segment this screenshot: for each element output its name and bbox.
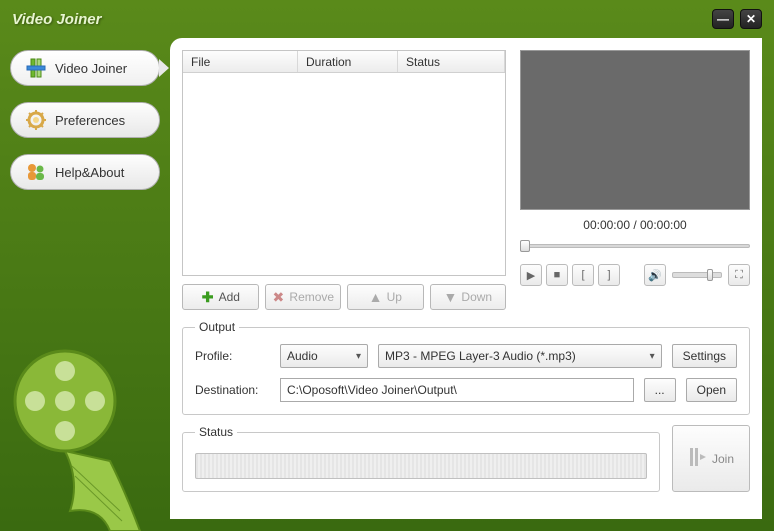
output-group: Output Profile: Audio MP3 - MPEG Layer-3… xyxy=(182,320,750,415)
browse-button[interactable]: ... xyxy=(644,378,676,402)
nav-help-about[interactable]: Help&About xyxy=(10,154,160,190)
settings-button[interactable]: Settings xyxy=(672,344,737,368)
gear-icon xyxy=(25,109,47,131)
file-list[interactable]: File Duration Status xyxy=(182,50,506,276)
mark-out-button[interactable]: ] xyxy=(598,264,620,286)
nav-video-joiner[interactable]: Video Joiner xyxy=(10,50,160,86)
close-button[interactable]: ✕ xyxy=(740,9,762,29)
nav-preferences[interactable]: Preferences xyxy=(10,102,160,138)
col-file[interactable]: File xyxy=(183,51,298,72)
window-controls: — ✕ xyxy=(712,9,762,29)
profile-label: Profile: xyxy=(195,349,270,363)
mute-button[interactable]: 🔊 xyxy=(644,264,666,286)
fullscreen-button[interactable]: ⛶ xyxy=(728,264,750,286)
volume-slider[interactable] xyxy=(672,272,722,278)
fullscreen-icon: ⛶ xyxy=(735,269,743,282)
join-button[interactable]: Join xyxy=(672,425,750,492)
status-group: Status xyxy=(182,425,660,492)
remove-icon: ✖ xyxy=(271,290,285,304)
plus-icon: ✚ xyxy=(201,290,215,304)
speaker-icon: 🔊 xyxy=(648,269,662,282)
preview-time: 00:00:00 / 00:00:00 xyxy=(520,218,750,232)
content-panel: File Duration Status ✚ Add ✖ Remove xyxy=(170,38,762,519)
profile-format-select[interactable]: MP3 - MPEG Layer-3 Audio (*.mp3) xyxy=(378,344,662,368)
down-button[interactable]: ▼ Down xyxy=(430,284,507,310)
output-legend: Output xyxy=(195,320,239,334)
minimize-button[interactable]: — xyxy=(712,9,734,29)
nav-label: Help&About xyxy=(55,165,124,180)
nav-label: Preferences xyxy=(55,113,125,128)
people-icon xyxy=(25,161,47,183)
destination-label: Destination: xyxy=(195,383,270,397)
bracket-left-icon: [ xyxy=(581,269,584,281)
mark-in-button[interactable]: [ xyxy=(572,264,594,286)
play-icon: ▶ xyxy=(527,269,535,282)
arrow-up-icon: ▲ xyxy=(369,290,383,304)
bracket-right-icon: ] xyxy=(607,269,610,281)
status-legend: Status xyxy=(195,425,237,439)
up-button[interactable]: ▲ Up xyxy=(347,284,424,310)
preview-panel: 00:00:00 / 00:00:00 ▶ ■ [ ] 🔊 ⛶ xyxy=(520,50,750,310)
destination-input[interactable] xyxy=(280,378,634,402)
add-button[interactable]: ✚ Add xyxy=(182,284,259,310)
join-icon xyxy=(688,446,706,471)
sidebar: Video Joiner Preferences Help&About xyxy=(0,38,170,531)
nav-label: Video Joiner xyxy=(55,61,127,76)
table-header: File Duration Status xyxy=(183,51,505,73)
remove-button[interactable]: ✖ Remove xyxy=(265,284,342,310)
stop-icon: ■ xyxy=(554,269,561,281)
play-button[interactable]: ▶ xyxy=(520,264,542,286)
titlebar: Video Joiner — ✕ xyxy=(0,0,774,38)
preview-screen xyxy=(520,50,750,210)
open-folder-button[interactable]: Open xyxy=(686,378,737,402)
film-reel-decoration xyxy=(10,311,160,531)
arrow-down-icon: ▼ xyxy=(443,290,457,304)
col-duration[interactable]: Duration xyxy=(298,51,398,72)
progress-bar xyxy=(195,453,647,479)
seek-slider[interactable] xyxy=(520,238,750,254)
profile-category-select[interactable]: Audio xyxy=(280,344,368,368)
stop-button[interactable]: ■ xyxy=(546,264,568,286)
joiner-icon xyxy=(25,57,47,79)
app-title: Video Joiner xyxy=(12,11,101,28)
col-status[interactable]: Status xyxy=(398,51,505,72)
file-panel: File Duration Status ✚ Add ✖ Remove xyxy=(182,50,506,310)
